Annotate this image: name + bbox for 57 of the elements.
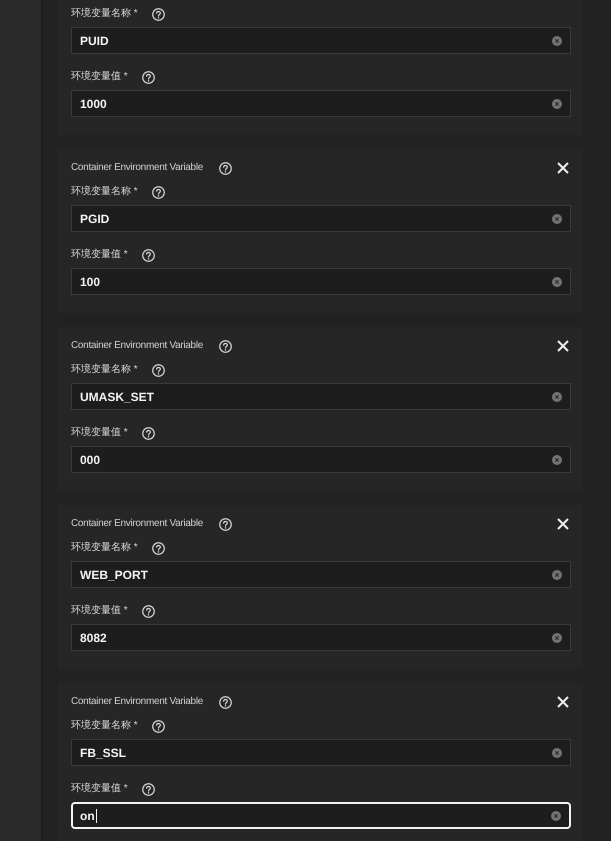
help-icon[interactable]	[152, 186, 165, 198]
field-label: 环境变量名称 *	[71, 185, 138, 199]
field-label: 环境变量名称 *	[71, 719, 138, 733]
clear-icon[interactable]	[552, 36, 562, 46]
text-input-field[interactable]: 100	[71, 268, 571, 295]
close-button[interactable]	[557, 162, 569, 174]
clear-icon[interactable]	[551, 810, 561, 820]
help-icon[interactable]	[142, 70, 155, 84]
clear-icon[interactable]	[552, 454, 562, 464]
help-icon[interactable]	[152, 720, 165, 732]
clear-icon[interactable]	[552, 276, 562, 286]
help-icon[interactable]	[219, 340, 232, 352]
text-input-field[interactable]: on	[71, 802, 571, 829]
card-title: Container Environment Variable	[71, 161, 204, 175]
text-input-field[interactable]: PGID	[71, 205, 571, 232]
field-label: 环境变量值 *	[71, 70, 128, 84]
close-icon	[557, 340, 569, 352]
clear-icon[interactable]	[552, 98, 562, 108]
help-icon[interactable]	[152, 364, 165, 376]
help-icon[interactable]	[219, 162, 232, 174]
text-input-field[interactable]: 1000	[71, 90, 571, 117]
close-button[interactable]	[557, 340, 569, 352]
clear-icon[interactable]	[552, 570, 562, 580]
card-title: Container Environment Variable	[71, 339, 204, 353]
field-label: 环境变量值 *	[71, 426, 128, 440]
help-icon[interactable]	[219, 518, 232, 530]
clear-icon[interactable]	[552, 392, 562, 402]
field-label: 环境变量名称 *	[71, 541, 138, 555]
text-input-field[interactable]: PUID	[71, 27, 571, 54]
card-title: Container Environment Variable	[71, 517, 204, 531]
card-title: Container Environment Variable	[71, 695, 204, 709]
close-icon	[557, 518, 569, 530]
help-icon[interactable]	[142, 782, 155, 796]
field-label: 环境变量名称 *	[71, 363, 138, 377]
help-icon[interactable]	[219, 696, 232, 708]
field-label: 环境变量值 *	[71, 604, 128, 618]
help-icon[interactable]	[142, 604, 155, 618]
clear-icon[interactable]	[552, 214, 562, 224]
text-input-field[interactable]: WEB_PORT	[71, 561, 571, 588]
text-input-field[interactable]: 8082	[71, 624, 571, 651]
text-input-field[interactable]: UMASK_SET	[71, 383, 571, 410]
close-button[interactable]	[557, 696, 569, 708]
close-button[interactable]	[557, 518, 569, 530]
close-icon	[557, 696, 569, 708]
help-icon[interactable]	[142, 426, 155, 440]
help-icon[interactable]	[152, 542, 165, 554]
help-icon[interactable]	[142, 248, 155, 262]
text-input-field[interactable]: 000	[71, 446, 571, 473]
help-icon[interactable]	[152, 8, 165, 20]
text-cursor-icon	[96, 808, 97, 822]
field-label: 环境变量值 *	[71, 782, 128, 796]
field-label: 环境变量值 *	[71, 248, 128, 262]
field-label: 环境变量名称 *	[71, 7, 138, 21]
clear-icon[interactable]	[552, 632, 562, 642]
text-input-field[interactable]: FB_SSL	[71, 739, 571, 766]
clear-icon[interactable]	[552, 748, 562, 758]
close-icon	[557, 162, 569, 174]
